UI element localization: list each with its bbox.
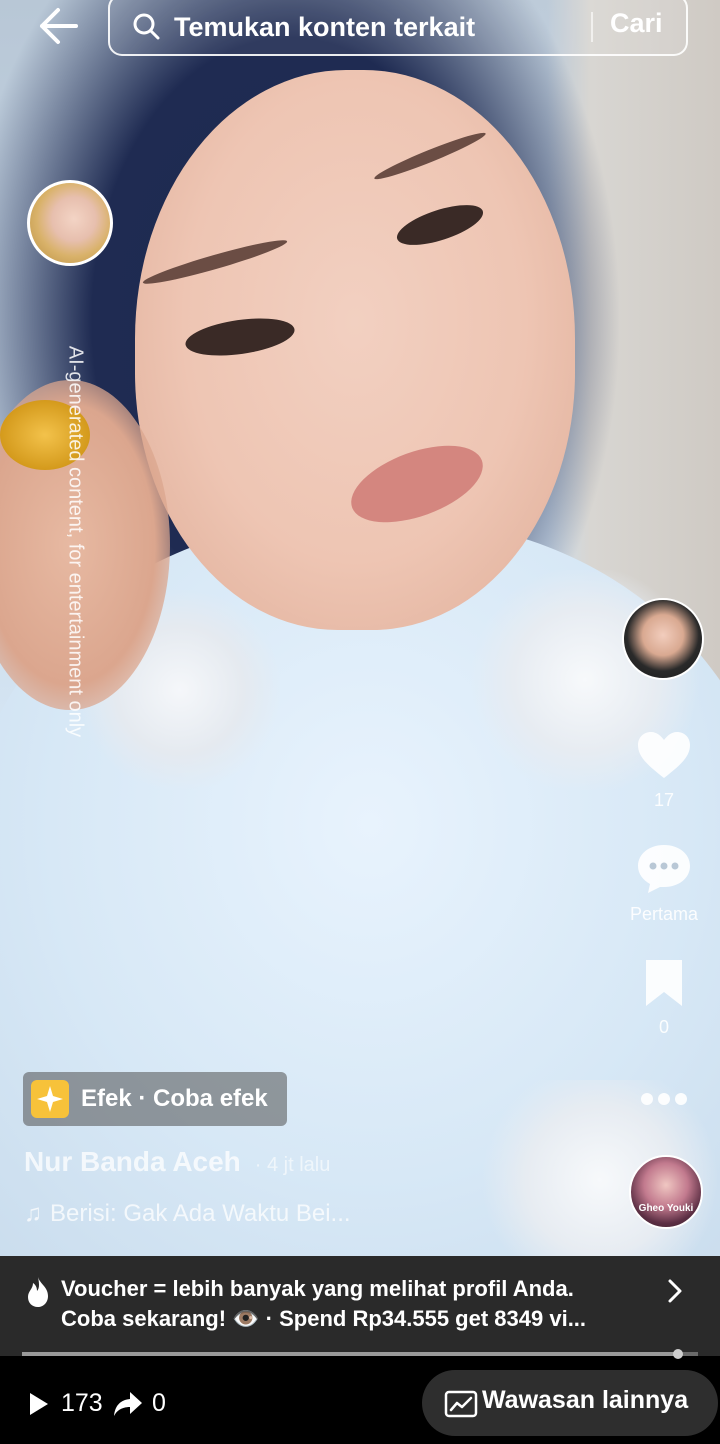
more-insights-label: Wawasan lainnya bbox=[482, 1386, 689, 1414]
fire-icon bbox=[28, 1277, 48, 1307]
bottom-bar: 173 0 Wawasan lainnya bbox=[0, 1360, 720, 1444]
share-arrow-icon bbox=[114, 1392, 142, 1416]
video-progress-bar[interactable] bbox=[22, 1349, 698, 1359]
more-options-icon[interactable] bbox=[640, 1092, 688, 1106]
creator-avatar[interactable] bbox=[27, 180, 113, 266]
chevron-right-icon[interactable] bbox=[664, 1278, 686, 1304]
music-disc-text: Gheo Youki bbox=[638, 1203, 694, 1214]
search-button[interactable]: Cari bbox=[610, 8, 663, 39]
bookmark-icon[interactable] bbox=[642, 958, 686, 1008]
effect-chip[interactable]: Efek · Coba efek bbox=[23, 1072, 287, 1126]
author-line[interactable]: Nur Banda Aceh · 4 jt lalu bbox=[24, 1146, 330, 1178]
promo-line-2: Coba sekarang! 👁️ · Spend Rp34.555 get 8… bbox=[61, 1306, 587, 1331]
ai-generated-label: AI-generated content, for entertainment … bbox=[64, 345, 87, 738]
share-count: 0 bbox=[152, 1389, 166, 1417]
top-bar: Cari bbox=[0, 0, 720, 64]
search-icon bbox=[133, 13, 160, 40]
promo-banner[interactable]: Voucher = lebih banyak yang melihat prof… bbox=[0, 1256, 720, 1356]
video-progress-knob[interactable] bbox=[672, 1349, 683, 1359]
author-name[interactable]: Nur Banda Aceh bbox=[24, 1146, 241, 1177]
search-divider bbox=[591, 12, 593, 42]
promo-line-1: Voucher = lebih banyak yang melihat prof… bbox=[61, 1276, 574, 1301]
music-line[interactable]: ♫ Berisi: Gak Ada Waktu Bei... bbox=[24, 1200, 351, 1228]
back-arrow-icon[interactable] bbox=[36, 6, 80, 46]
heart-icon[interactable] bbox=[636, 730, 692, 782]
video-frame[interactable] bbox=[0, 0, 720, 1256]
search-bar[interactable]: Cari bbox=[108, 0, 688, 56]
like-count: 17 bbox=[653, 790, 675, 810]
view-count: 173 bbox=[61, 1389, 103, 1417]
video-progress-fill bbox=[22, 1352, 678, 1356]
play-icon bbox=[30, 1393, 48, 1415]
music-note-icon: ♫ bbox=[24, 1200, 42, 1227]
save-count: 0 bbox=[658, 1017, 669, 1037]
more-insights-button[interactable]: Wawasan lainnya bbox=[422, 1370, 718, 1436]
chart-trend-icon bbox=[444, 1390, 478, 1418]
comment-icon[interactable] bbox=[636, 843, 692, 895]
promo-text: Voucher = lebih banyak yang melihat prof… bbox=[61, 1274, 661, 1334]
posted-time: · 4 jt lalu bbox=[254, 1154, 331, 1176]
effect-sparkle-icon bbox=[31, 1080, 69, 1118]
author-avatar[interactable] bbox=[622, 598, 704, 680]
comment-label: Pertama bbox=[629, 904, 699, 924]
effect-label: Efek · Coba efek bbox=[81, 1085, 268, 1112]
music-title: Berisi: Gak Ada Waktu Bei... bbox=[50, 1200, 351, 1227]
search-input[interactable] bbox=[172, 6, 576, 48]
music-disc[interactable]: Gheo Youki bbox=[629, 1155, 703, 1229]
